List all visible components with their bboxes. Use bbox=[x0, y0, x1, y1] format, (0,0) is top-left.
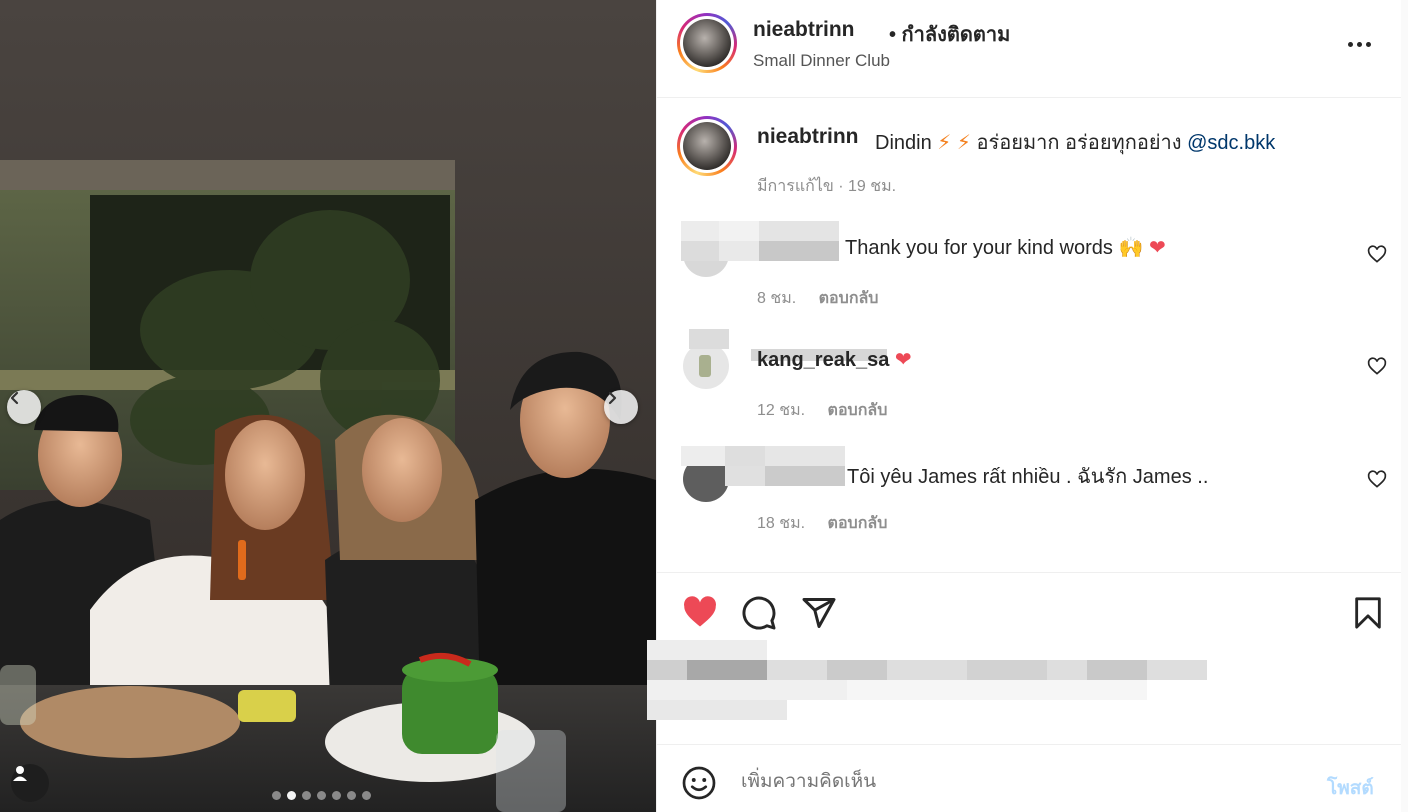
comment-text: Tôi yêu James rất nhiều . ฉันรัก James .… bbox=[847, 466, 1209, 488]
comment-item: kang_reak_sa ❤ 12 ชม. ตอบกลับ bbox=[657, 327, 1401, 427]
next-slide-button[interactable] bbox=[604, 390, 638, 424]
comment-body: Thank you for your kind words bbox=[845, 237, 1113, 259]
comment-like-heart-icon[interactable] bbox=[1367, 470, 1387, 490]
comment-meta: 8 ชม. ตอบกลับ bbox=[757, 286, 878, 311]
comment-meta: 12 ชม. ตอบกลับ bbox=[757, 398, 887, 423]
commenter-avatar[interactable] bbox=[683, 343, 729, 389]
bookmark-icon[interactable] bbox=[1351, 595, 1385, 631]
post-header: nieabtrinn • กำลังติดตาม Small Dinner Cl… bbox=[657, 0, 1401, 98]
caption-avatar[interactable] bbox=[677, 116, 737, 176]
carousel-dot bbox=[332, 791, 341, 800]
carousel-dot bbox=[317, 791, 326, 800]
author-username[interactable]: nieabtrinn bbox=[753, 18, 855, 42]
comment-like-heart-icon[interactable] bbox=[1367, 357, 1387, 377]
comment-time[interactable]: 18 ชม. bbox=[757, 515, 805, 532]
comment-bubble-icon[interactable] bbox=[741, 595, 777, 631]
lightning-emoji-icon: ⚡ bbox=[956, 132, 971, 154]
comment-item: Tôi yêu James rất nhiều . ฉันรัก James .… bbox=[657, 440, 1401, 540]
red-heart-emoji-icon: ❤ bbox=[894, 349, 912, 371]
comment-text: kang_reak_sa ❤ bbox=[757, 347, 912, 372]
reply-button[interactable]: ตอบกลับ bbox=[819, 290, 879, 307]
paper-plane-icon[interactable] bbox=[801, 595, 837, 631]
chevron-right-icon bbox=[608, 391, 617, 405]
tagged-users-button[interactable] bbox=[11, 764, 49, 802]
blurred-likes-summary bbox=[647, 640, 1401, 720]
carousel-dot bbox=[362, 791, 371, 800]
carousel-dot bbox=[272, 791, 281, 800]
edited-label: มีการแก้ไข bbox=[757, 178, 834, 195]
raising-hands-emoji-icon: 🙌 bbox=[1118, 237, 1144, 259]
comment-time[interactable]: 12 ชม. bbox=[757, 402, 805, 419]
previous-slide-button[interactable] bbox=[7, 390, 41, 424]
comment-time[interactable]: 8 ชม. bbox=[757, 290, 796, 307]
lightning-emoji-icon: ⚡ bbox=[937, 132, 952, 154]
more-dot-icon bbox=[1347, 41, 1353, 47]
more-dot-icon bbox=[1356, 41, 1362, 47]
caption-time[interactable]: 19 ชม. bbox=[848, 178, 896, 195]
comment-meta: 18 ชม. ตอบกลับ bbox=[757, 511, 887, 536]
caption-meta: มีการแก้ไข · 19 ชม. bbox=[757, 178, 897, 195]
caption-text-before: Dindin bbox=[875, 132, 932, 154]
author-avatar[interactable] bbox=[677, 13, 737, 73]
comment-text: Thank you for your kind words 🙌 ❤ bbox=[845, 235, 1166, 260]
post-comment-button[interactable]: โพสต์ bbox=[1327, 773, 1374, 803]
follow-status[interactable]: • กำลังติดตาม bbox=[889, 18, 1010, 50]
red-heart-emoji-icon: ❤ bbox=[1148, 237, 1166, 259]
caption-username[interactable]: nieabtrinn bbox=[757, 125, 859, 149]
reply-button[interactable]: ตอบกลับ bbox=[828, 515, 888, 532]
comment-composer: โพสต์ bbox=[657, 744, 1401, 812]
commenter-username[interactable]: kang_reak_sa bbox=[757, 349, 889, 371]
post-detail-panel: nieabtrinn • กำลังติดตาม Small Dinner Cl… bbox=[647, 0, 1408, 812]
carousel-indicator bbox=[272, 791, 371, 800]
mention-link[interactable]: @sdc.bkk bbox=[1187, 132, 1275, 154]
location-link[interactable]: Small Dinner Club bbox=[753, 51, 890, 71]
comment-item: Thank you for your kind words 🙌 ❤ 8 ชม. … bbox=[657, 215, 1401, 315]
carousel-dot-active bbox=[287, 791, 296, 800]
chevron-left-icon bbox=[10, 391, 19, 405]
caption-text: Dindin ⚡ ⚡ อร่อยมาก อร่อยทุกอย่าง @sdc.b… bbox=[875, 126, 1275, 158]
more-dot-icon bbox=[1365, 41, 1371, 47]
smiley-icon[interactable] bbox=[681, 765, 717, 801]
comment-like-heart-icon[interactable] bbox=[1367, 245, 1387, 265]
photo-illustration bbox=[0, 0, 656, 812]
caption-text-after: อร่อยมาก อร่อยทุกอย่าง bbox=[976, 132, 1182, 154]
comment-input[interactable] bbox=[741, 763, 1301, 801]
scrollbar[interactable] bbox=[1401, 0, 1408, 812]
user-tag-icon bbox=[13, 766, 27, 781]
carousel-dot bbox=[302, 791, 311, 800]
post-photo[interactable] bbox=[0, 0, 656, 812]
carousel-dot bbox=[347, 791, 356, 800]
more-options-button[interactable] bbox=[1341, 30, 1377, 58]
heart-filled-icon[interactable] bbox=[681, 595, 719, 631]
reply-button[interactable]: ตอบกลับ bbox=[828, 402, 888, 419]
